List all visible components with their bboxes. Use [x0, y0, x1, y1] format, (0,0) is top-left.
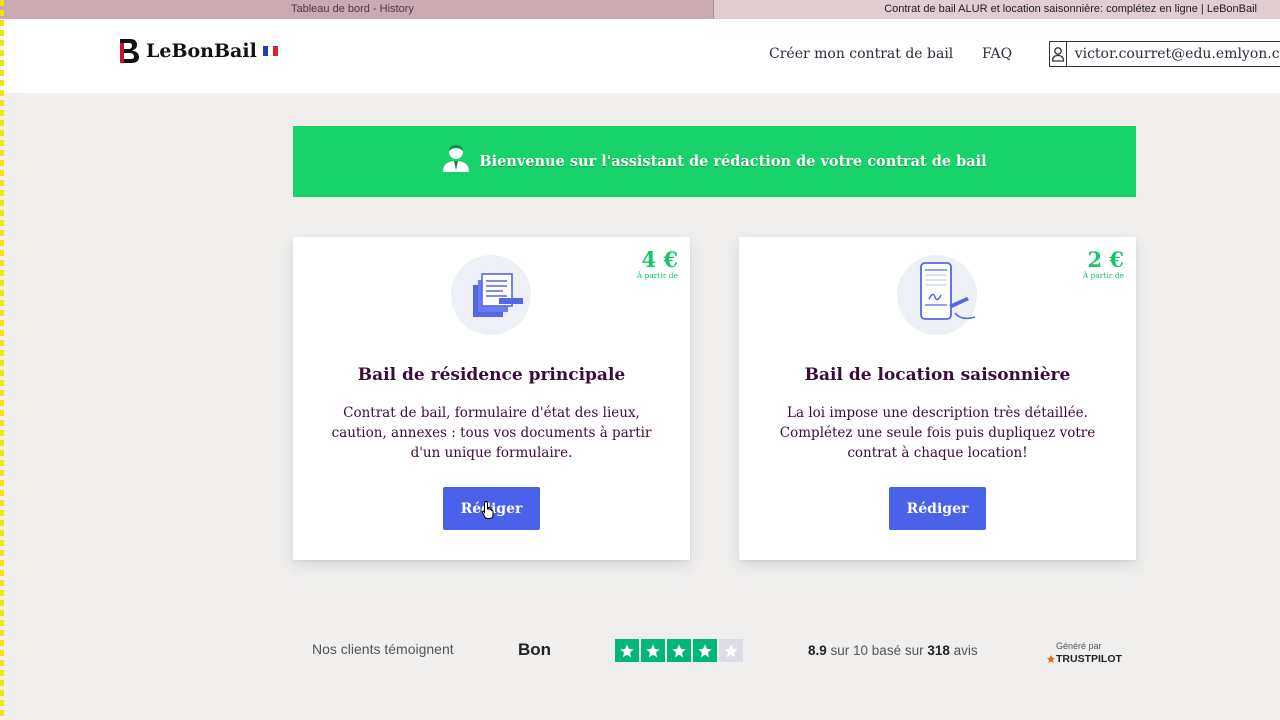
site-logo[interactable]: LeBonBail [118, 37, 278, 65]
account-email: victor.courret@edu.emlyon.co [1074, 46, 1280, 62]
trustpilot-logo[interactable]: TRUSTPILOT [1046, 653, 1122, 665]
hand-cursor-icon [481, 500, 497, 524]
trustpilot-rating-label: Bon [518, 640, 552, 659]
welcome-banner: Bienvenue sur l'assistant de rédaction d… [293, 126, 1136, 197]
price-note: À partir de [636, 271, 678, 280]
site-header: LeBonBail Créer mon contrat de bail FAQ … [0, 19, 1280, 93]
price-value: 2 € [1087, 247, 1124, 272]
screen-edge-marker [0, 0, 4, 720]
account-button[interactable]: victor.courret@edu.emlyon.co [1049, 41, 1280, 67]
documents-icon [451, 255, 531, 335]
welcome-banner-text: Bienvenue sur l'assistant de rédaction d… [479, 153, 987, 170]
star-icon [641, 639, 665, 662]
card-title: Bail de résidence principale [357, 365, 626, 385]
browser-tab-history[interactable]: Tableau de bord - History [0, 0, 714, 19]
card-price: 2 € À partir de [1082, 247, 1124, 281]
star-icon [693, 639, 717, 662]
trustpilot-stars[interactable] [615, 639, 743, 662]
score-mid: sur 10 basé sur [826, 643, 928, 658]
logo-text: LeBonBail [146, 40, 257, 62]
card-description: Contrat de bail, formulaire d'état des l… [331, 405, 652, 461]
trustpilot-star-icon [1046, 654, 1056, 663]
star-icon [615, 639, 639, 662]
trustpilot-clients-label: Nos clients témoignent [312, 641, 454, 657]
assistant-user-icon [442, 143, 470, 177]
write-seasonal-rental-button[interactable]: Rédiger [889, 487, 986, 530]
browser-tab-bar: Tableau de bord - History Contrat de bai… [0, 0, 1280, 19]
price-note: À partir de [1082, 271, 1124, 280]
reviews-suffix: avis [949, 643, 978, 658]
star-icon [667, 639, 691, 662]
trustpilot-score: 8.9 sur 10 basé sur 318 avis [808, 643, 978, 658]
browser-tab-lebonbail[interactable]: Contrat de bail ALUR et location saisonn… [714, 0, 1280, 19]
nav-create-contract-link[interactable]: Créer mon contrat de bail [769, 46, 953, 62]
logo-mark-icon [118, 37, 140, 65]
trustpilot-generated-label: Généré par [1056, 641, 1102, 651]
nav-faq-link[interactable]: FAQ [982, 46, 1012, 62]
price-value: 4 € [641, 247, 678, 272]
reviews-count: 318 [927, 643, 950, 658]
phone-signature-icon [897, 255, 977, 335]
card-description: La loi impose une description très détai… [779, 405, 1096, 461]
card-seasonal-rental-lease: 2 € À partir de Bail de location saisonn… [739, 237, 1136, 560]
user-icon [1050, 42, 1067, 66]
score-value: 8.9 [808, 643, 827, 658]
french-flag-icon [262, 46, 278, 56]
card-price: 4 € À partir de [636, 247, 678, 281]
star-empty-icon [719, 639, 743, 662]
trustpilot-brand-text: TRUSTPILOT [1056, 653, 1122, 665]
card-title: Bail de location saisonnière [804, 365, 1071, 385]
